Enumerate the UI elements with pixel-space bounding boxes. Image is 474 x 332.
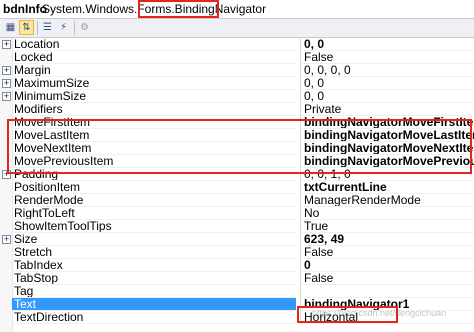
property-row[interactable]: + MinimumSize 0, 0 xyxy=(0,90,474,103)
property-row[interactable]: TabStop False xyxy=(0,272,474,285)
property-row[interactable]: + Size 623, 49 xyxy=(0,233,474,246)
expand-icon[interactable]: + xyxy=(2,92,11,101)
property-name[interactable]: TabStop xyxy=(12,272,296,285)
property-value[interactable]: bindingNavigatorMoveFirstItem1 xyxy=(300,116,474,129)
property-value[interactable]: 0, 0 xyxy=(300,77,474,90)
property-name[interactable]: MaximumSize xyxy=(12,77,296,90)
property-name[interactable]: MoveLastItem xyxy=(12,129,296,142)
categorized-icon[interactable]: ▦ xyxy=(3,20,18,35)
property-value[interactable]: 0, 0 xyxy=(300,38,474,51)
property-name[interactable]: Text xyxy=(12,298,296,311)
property-name[interactable]: MoveNextItem xyxy=(12,142,296,155)
property-value[interactable]: 0, 0, 0, 0 xyxy=(300,64,474,77)
property-grid: + Location 0, 0 Locked False + Margin 0, 0, 0, … xyxy=(0,38,474,332)
property-value[interactable]: Private xyxy=(300,103,474,116)
property-name[interactable]: TabIndex xyxy=(12,259,296,272)
property-value[interactable]: bindingNavigatorMoveLastItem1 xyxy=(300,129,474,142)
property-row[interactable]: MoveFirstItem bindingNavigatorMoveFirstIt… xyxy=(0,116,474,129)
property-row[interactable]: MoveLastItem bindingNavigatorMoveLastItem… xyxy=(0,129,474,142)
expand-icon[interactable]: + xyxy=(2,170,11,179)
property-row[interactable]: TabIndex 0 xyxy=(0,259,474,272)
object-name: bdnInfo xyxy=(3,2,47,16)
events-icon[interactable]: ⚡ xyxy=(56,20,71,35)
property-name[interactable]: Location xyxy=(12,38,296,51)
property-row[interactable]: Stretch False xyxy=(0,246,474,259)
property-row[interactable]: MovePreviousItem bindingNavigatorMovePrev… xyxy=(0,155,474,168)
expand-icon[interactable]: + xyxy=(2,66,11,75)
object-type: System.Windows.Forms.BindingNavigator xyxy=(42,2,267,16)
property-name[interactable]: Size xyxy=(12,233,296,246)
expand-icon[interactable]: + xyxy=(2,40,11,49)
expand-icon[interactable]: + xyxy=(2,235,11,244)
property-name[interactable]: Margin xyxy=(12,64,296,77)
property-value[interactable]: bindingNavigatorMoveNextItem1 xyxy=(300,142,474,155)
property-row[interactable]: + Margin 0, 0, 0, 0 xyxy=(0,64,474,77)
property-row[interactable]: MoveNextItem bindingNavigatorMoveNextItem… xyxy=(0,142,474,155)
property-name[interactable]: TextDirection xyxy=(12,311,296,324)
property-row[interactable]: RenderMode ManagerRenderMode xyxy=(0,194,474,207)
property-value[interactable]: bindingNavigatorMovePreviousItem1 xyxy=(300,155,474,168)
property-value[interactable]: True xyxy=(300,220,474,233)
property-name[interactable]: MoveFirstItem xyxy=(12,116,296,129)
toolbar-separator xyxy=(74,21,75,35)
property-name[interactable]: Locked xyxy=(12,51,296,64)
property-name[interactable]: Stretch xyxy=(12,246,296,259)
property-pages-icon[interactable]: ⚙ xyxy=(77,20,92,35)
property-value[interactable]: False xyxy=(300,51,474,64)
property-row[interactable]: RightToLeft No xyxy=(0,207,474,220)
property-value[interactable]: False xyxy=(300,246,474,259)
toolbar-separator xyxy=(37,21,38,35)
property-row[interactable]: Modifiers Private xyxy=(0,103,474,116)
property-value[interactable]: 0 xyxy=(300,259,474,272)
property-name[interactable]: Modifiers xyxy=(12,103,296,116)
property-value[interactable]: 0, 0, 1, 0 xyxy=(300,168,474,181)
properties-icon[interactable]: ☰ xyxy=(40,20,55,35)
property-value[interactable]: No xyxy=(300,207,474,220)
property-name[interactable]: MinimumSize xyxy=(12,90,296,103)
property-value[interactable]: txtCurrentLine xyxy=(300,181,474,194)
property-value[interactable]: 0, 0 xyxy=(300,90,474,103)
property-row[interactable]: Tag xyxy=(0,285,474,298)
property-row[interactable]: PositionItem txtCurrentLine xyxy=(0,181,474,194)
property-value[interactable]: ManagerRenderMode xyxy=(300,194,474,207)
property-name[interactable]: Padding xyxy=(12,168,296,181)
property-value[interactable] xyxy=(300,285,474,298)
property-row[interactable]: + Location 0, 0 xyxy=(0,38,474,51)
expand-icon[interactable]: + xyxy=(2,79,11,88)
property-name[interactable]: RightToLeft xyxy=(12,207,296,220)
property-row[interactable]: + MaximumSize 0, 0 xyxy=(0,77,474,90)
property-name[interactable]: PositionItem xyxy=(12,181,296,194)
property-name[interactable]: ShowItemToolTips xyxy=(12,220,296,233)
property-value[interactable]: 623, 49 xyxy=(300,233,474,246)
properties-toolbar: ▦ ⇅ ☰ ⚡ ⚙ xyxy=(0,19,474,38)
properties-header: bdnInfo System.Windows.Forms.BindingNavi… xyxy=(0,0,474,19)
property-name[interactable]: RenderMode xyxy=(12,194,296,207)
property-name[interactable]: Tag xyxy=(12,285,296,298)
watermark: https://blog.csdn.net/dengcichuan xyxy=(312,308,447,318)
property-row[interactable]: Locked False xyxy=(0,51,474,64)
property-row[interactable]: ShowItemToolTips True xyxy=(0,220,474,233)
property-value[interactable]: False xyxy=(300,272,474,285)
property-row[interactable]: + Padding 0, 0, 1, 0 xyxy=(0,168,474,181)
property-name[interactable]: MovePreviousItem xyxy=(12,155,296,168)
alphabetical-icon[interactable]: ⇅ xyxy=(19,20,34,35)
